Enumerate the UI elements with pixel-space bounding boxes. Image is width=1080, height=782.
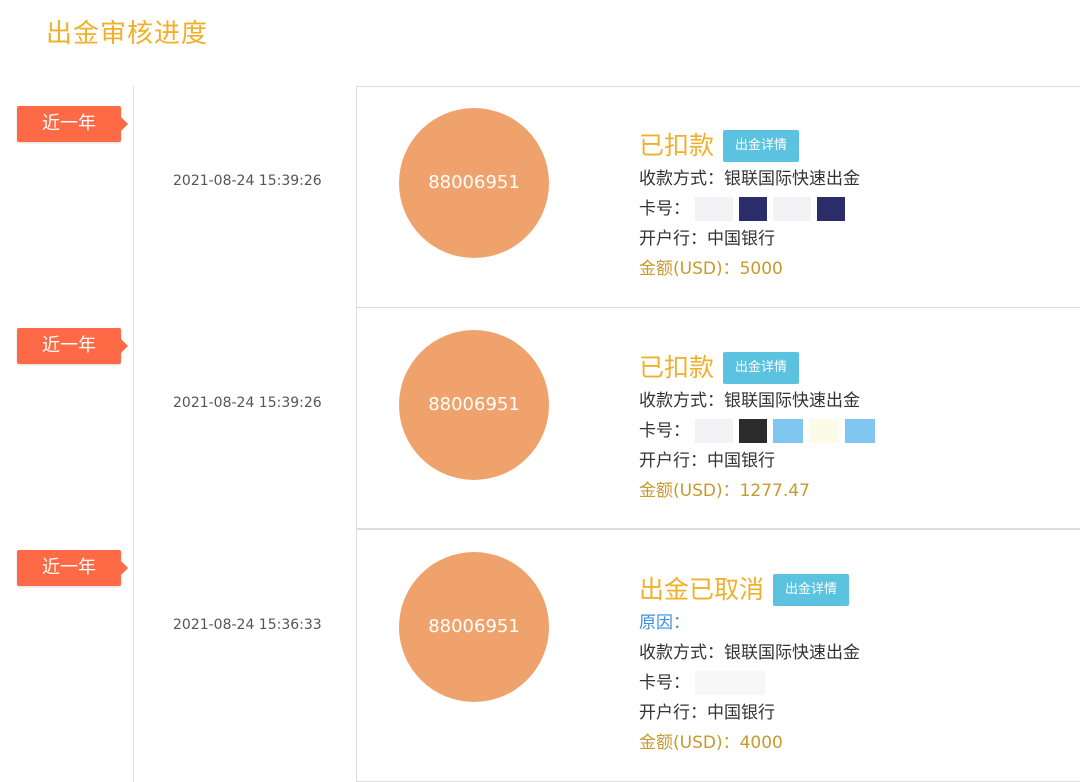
amount-value: 1277.47 (739, 481, 810, 501)
amount-line: 金额(USD)：5000 (639, 254, 860, 284)
card-number-line: 卡号： (639, 668, 860, 698)
bank-label: 开户行： (639, 703, 707, 723)
card-label: 卡号： (639, 673, 690, 693)
withdraw-detail-button[interactable]: 出金详情 (773, 574, 850, 606)
record-card: 88006951 出金已取消 出金详情 原因： 收款方式：银联国际快速出金 卡号… (356, 529, 1080, 782)
period-tag: 近一年 (17, 550, 128, 586)
amount-label: 金额(USD)： (639, 733, 740, 753)
status-text: 已扣款 (639, 353, 715, 382)
card-number-line: 卡号： (639, 194, 860, 224)
record-time: 2021-08-24 15:39:26 (173, 173, 322, 189)
bank-value: 中国银行 (707, 229, 775, 249)
amount-value: 5000 (739, 259, 783, 279)
record-time: 2021-08-24 15:39:26 (173, 395, 322, 411)
card-label: 卡号： (639, 199, 690, 219)
card-mask (739, 419, 768, 443)
record-info: 出金已取消 出金详情 原因： 收款方式：银联国际快速出金 卡号： 开户行：中国银… (639, 572, 860, 758)
amount-value: 4000 (739, 733, 783, 753)
card-mask (773, 419, 804, 443)
record-time: 2021-08-24 15:36:33 (173, 617, 322, 633)
record-row: 近一年 2021-08-24 15:36:33 88006951 出金已取消 出… (0, 529, 1080, 782)
card-mask (773, 197, 812, 221)
status-text: 已扣款 (639, 131, 715, 160)
account-circle: 88006951 (399, 552, 549, 702)
card-label: 卡号： (639, 421, 690, 441)
record-info: 已扣款 出金详情 收款方式：银联国际快速出金 卡号： 开户行：中国银行 金额(U… (639, 128, 860, 284)
method-label: 收款方式： (639, 391, 724, 411)
bank-value: 中国银行 (707, 451, 775, 471)
amount-label: 金额(USD)： (639, 481, 740, 501)
bank-label: 开户行： (639, 229, 707, 249)
period-tag: 近一年 (17, 106, 128, 142)
record-row: 近一年 2021-08-24 15:39:26 88006951 已扣款 出金详… (0, 307, 1080, 529)
amount-line: 金额(USD)：1277.47 (639, 476, 881, 506)
method-value: 银联国际快速出金 (724, 169, 860, 189)
payment-method-line: 收款方式：银联国际快速出金 (639, 164, 860, 194)
card-mask (845, 419, 876, 443)
bank-line: 开户行：中国银行 (639, 698, 860, 728)
payment-method-line: 收款方式：银联国际快速出金 (639, 386, 881, 416)
bank-label: 开户行： (639, 451, 707, 471)
record-info: 已扣款 出金详情 收款方式：银联国际快速出金 卡号： 开户行：中国银行 金额(U… (639, 350, 881, 506)
method-value: 银联国际快速出金 (724, 391, 860, 411)
reason-line: 原因： (639, 608, 860, 638)
record-row: 近一年 2021-08-24 15:39:26 88006951 已扣款 出金详… (0, 86, 1080, 308)
card-mask (739, 197, 768, 221)
amount-line: 金额(USD)：4000 (639, 728, 860, 758)
card-mask (809, 419, 840, 443)
payment-method-line: 收款方式：银联国际快速出金 (639, 638, 860, 668)
card-number-line: 卡号： (639, 416, 881, 446)
withdraw-detail-button[interactable]: 出金详情 (723, 352, 800, 384)
period-tag: 近一年 (17, 328, 128, 364)
card-mask (695, 197, 734, 221)
method-label: 收款方式： (639, 169, 724, 189)
account-circle: 88006951 (399, 330, 549, 480)
card-mask (695, 419, 734, 443)
bank-line: 开户行：中国银行 (639, 446, 881, 476)
amount-label: 金额(USD)： (639, 259, 740, 279)
reason-label: 原因： (639, 613, 690, 633)
card-mask (817, 197, 846, 221)
card-mask (695, 671, 766, 695)
status-text: 出金已取消 (639, 575, 765, 604)
record-card: 88006951 已扣款 出金详情 收款方式：银联国际快速出金 卡号： 开户行：… (356, 86, 1080, 308)
method-label: 收款方式： (639, 643, 724, 663)
record-card: 88006951 已扣款 出金详情 收款方式：银联国际快速出金 卡号： 开户行：… (356, 307, 1080, 529)
page-title: 出金审核进度 (46, 19, 209, 49)
account-circle: 88006951 (399, 108, 549, 258)
method-value: 银联国际快速出金 (724, 643, 860, 663)
bank-line: 开户行：中国银行 (639, 224, 860, 254)
bank-value: 中国银行 (707, 703, 775, 723)
withdraw-detail-button[interactable]: 出金详情 (723, 130, 800, 162)
